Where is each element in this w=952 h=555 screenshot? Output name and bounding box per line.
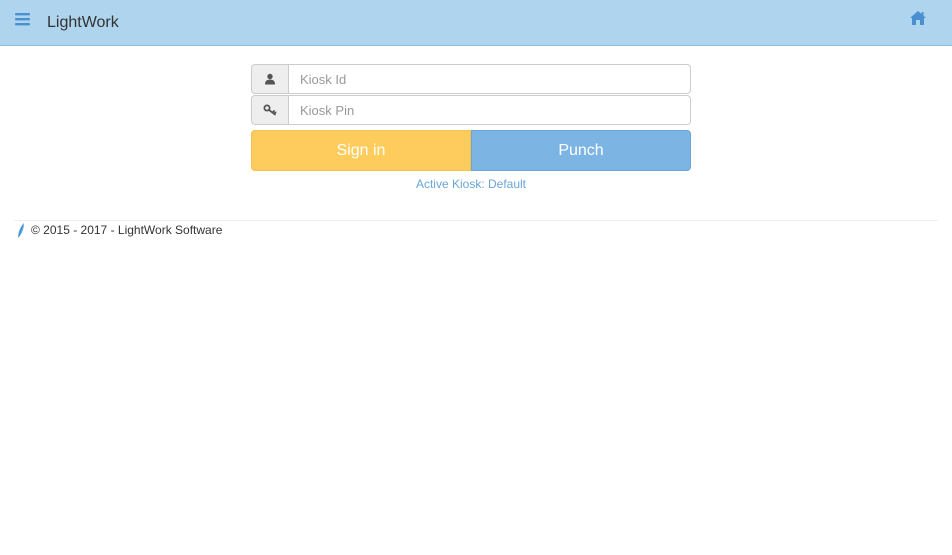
punch-button[interactable]: Punch xyxy=(471,130,691,171)
kiosk-pin-group xyxy=(251,95,691,125)
active-kiosk-link[interactable]: Active Kiosk: Default xyxy=(251,177,691,191)
sign-in-button[interactable]: Sign in xyxy=(251,130,471,171)
kiosk-id-group xyxy=(251,64,691,94)
kiosk-login-form: Sign in Punch Active Kiosk: Default xyxy=(251,64,691,191)
footer: © 2015 - 2017 - LightWork Software xyxy=(17,222,222,238)
home-icon[interactable] xyxy=(909,10,929,30)
brand-title[interactable]: LightWork xyxy=(47,14,119,32)
key-icon xyxy=(251,95,288,125)
kiosk-id-input[interactable] xyxy=(288,64,691,94)
action-buttons: Sign in Punch xyxy=(251,130,691,171)
kiosk-pin-input[interactable] xyxy=(288,95,691,125)
footer-divider xyxy=(14,220,938,221)
hamburger-menu-icon[interactable] xyxy=(14,11,34,31)
copyright-text: © 2015 - 2017 - LightWork Software xyxy=(31,223,223,237)
user-icon xyxy=(251,64,288,94)
leaf-logo-icon xyxy=(17,222,25,238)
top-navbar: LightWork xyxy=(0,0,952,46)
